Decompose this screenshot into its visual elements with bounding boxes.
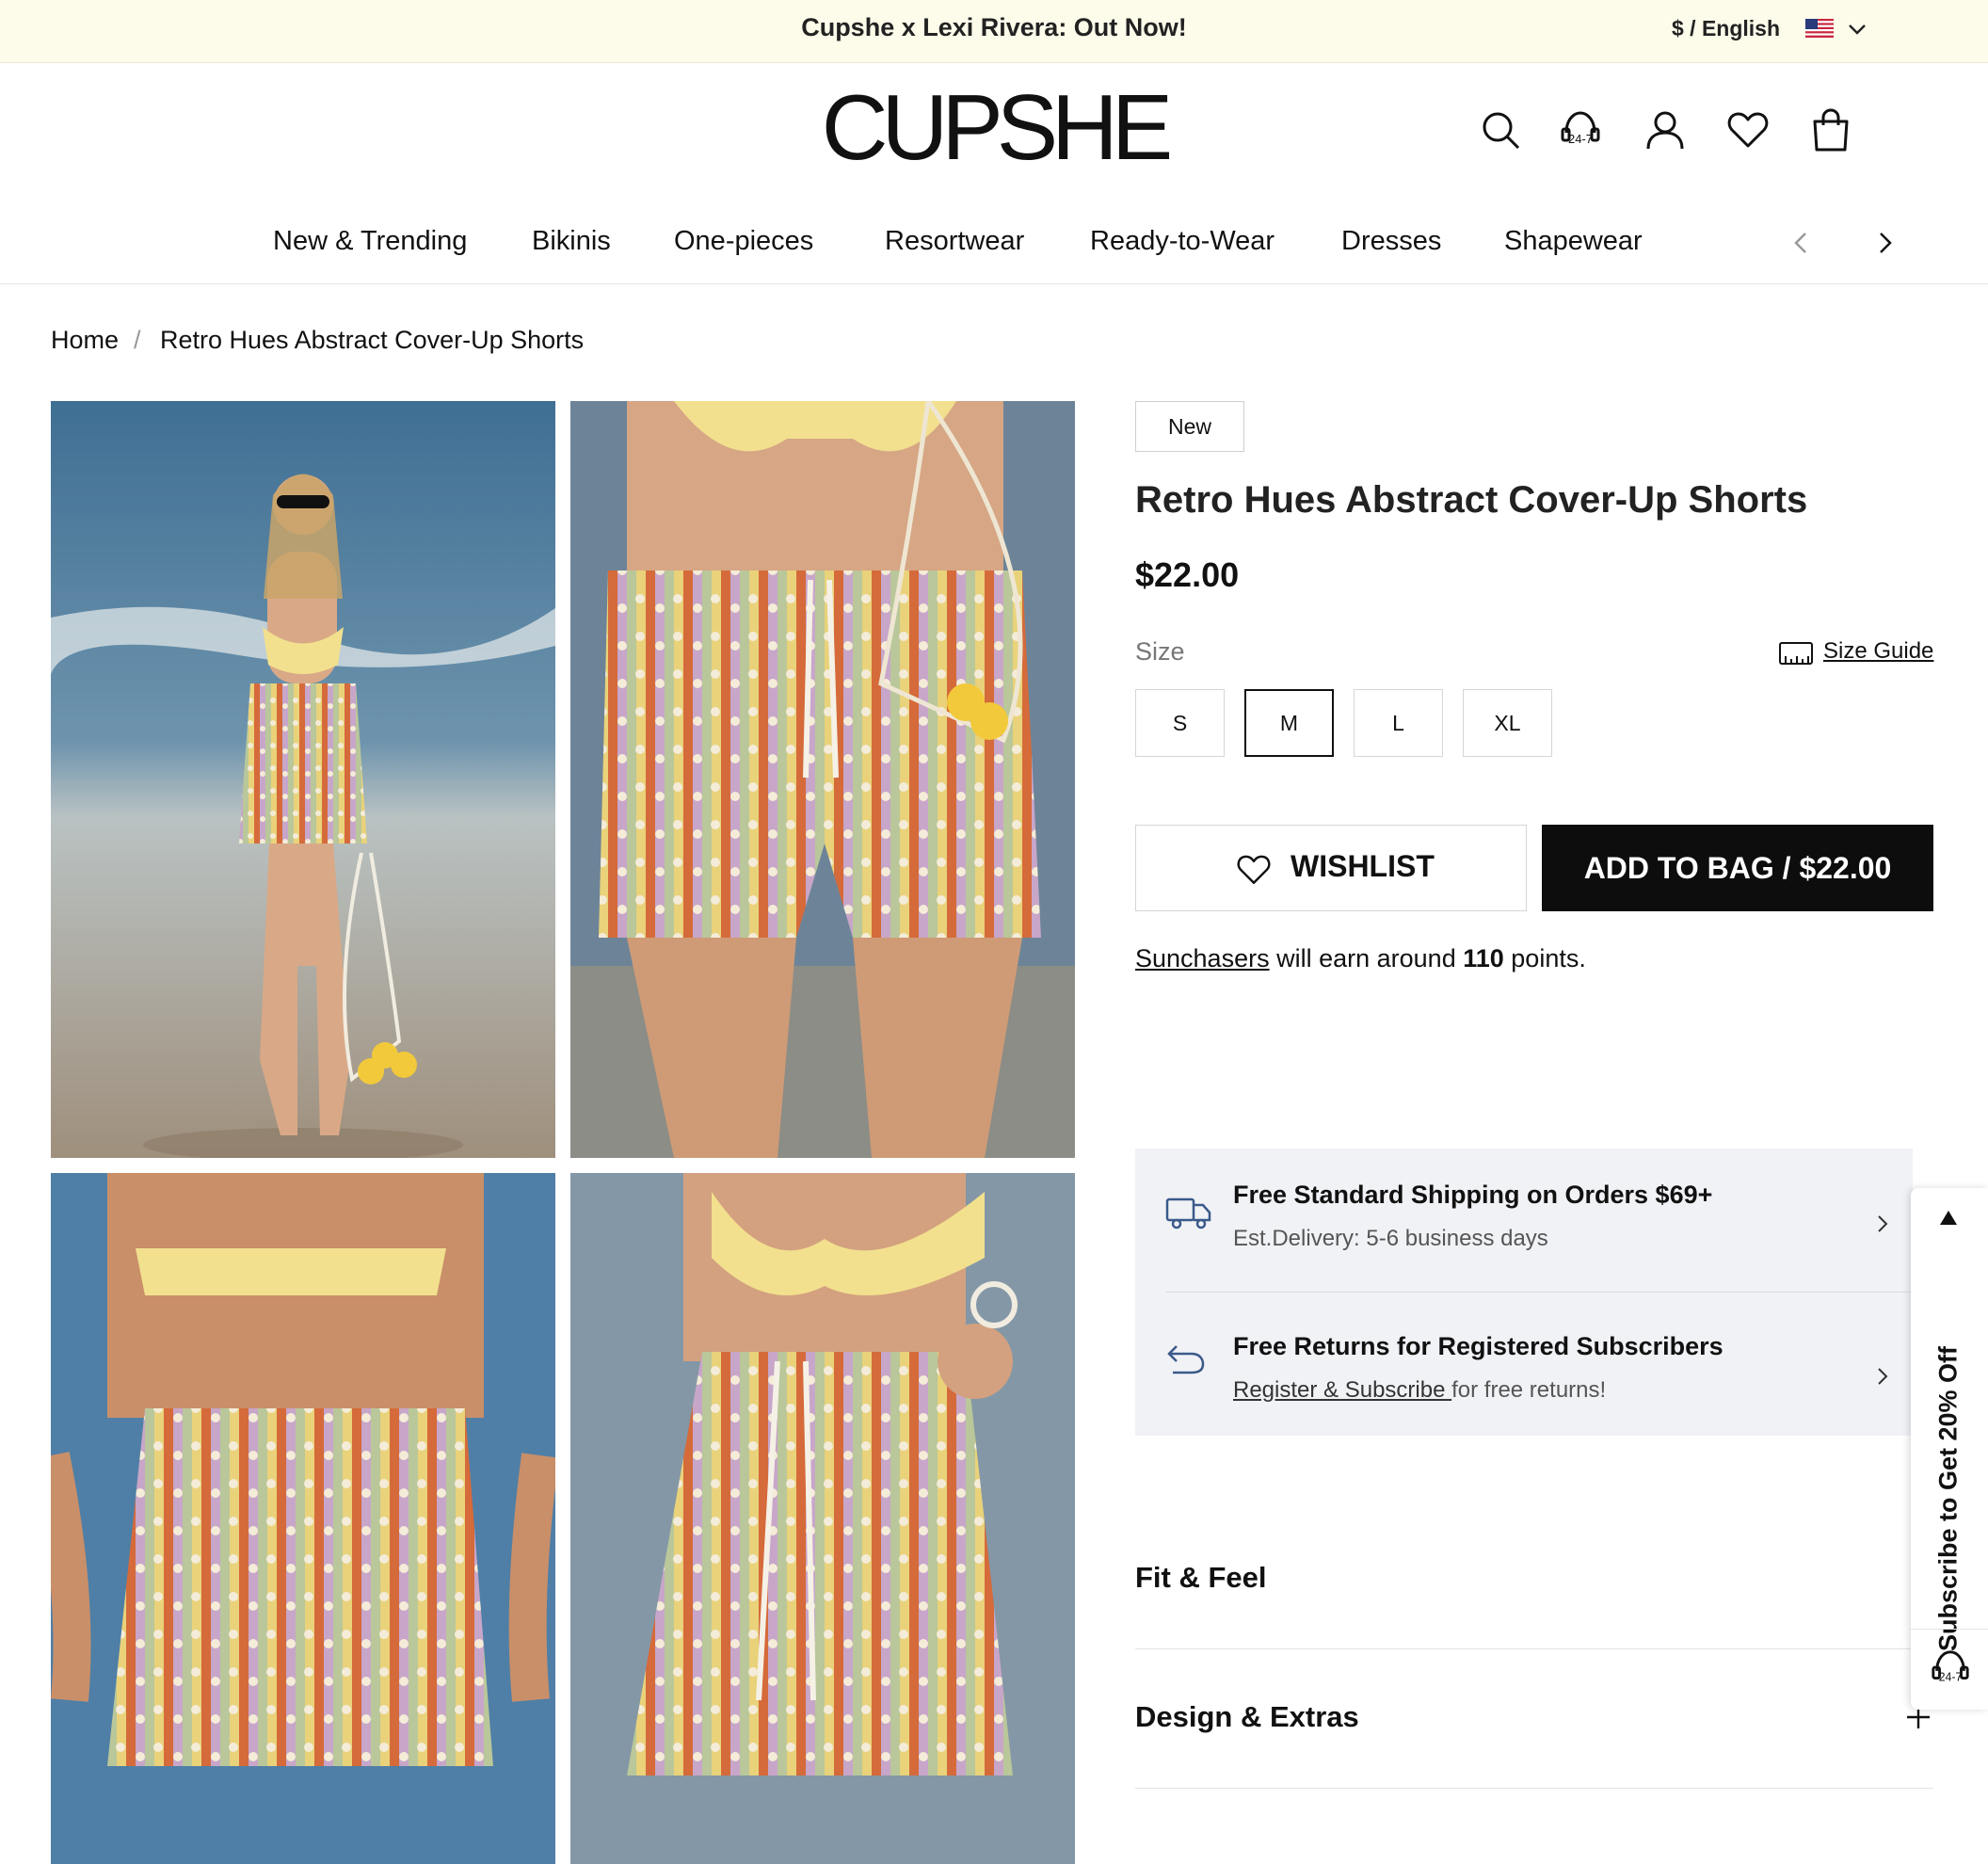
nav-new-trending[interactable]: New & Trending xyxy=(273,226,467,257)
search-icon[interactable] xyxy=(1479,108,1522,152)
truck-icon xyxy=(1165,1197,1211,1229)
side-tab-divider xyxy=(1911,1629,1988,1630)
product-photo-2[interactable] xyxy=(570,401,1075,1158)
shipping-subtitle: Est.Delivery: 5-6 business days xyxy=(1233,1226,1548,1251)
returns-chevron-icon[interactable] xyxy=(1873,1365,1892,1388)
accordion-design-extras[interactable]: Design & Extras xyxy=(1135,1649,1933,1789)
support-24-7-icon[interactable]: 24-7 xyxy=(1559,108,1602,152)
size-guide-label[interactable]: Size Guide xyxy=(1823,638,1933,665)
return-arrow-icon xyxy=(1167,1345,1205,1374)
shopping-bag-icon[interactable] xyxy=(1809,108,1852,152)
sunchasers-link[interactable]: Sunchasers xyxy=(1135,944,1270,972)
product-photo-1[interactable] xyxy=(51,401,555,1158)
svg-text:24-7: 24-7 xyxy=(1568,132,1593,146)
size-option-xl[interactable]: XL xyxy=(1463,689,1552,757)
main-nav: New & Trending Bikinis One-pieces Resort… xyxy=(0,209,1988,284)
points-text-2: points. xyxy=(1503,944,1586,972)
support-24-7-icon[interactable]: 24-7 xyxy=(1930,1647,1971,1689)
nav-prev-arrow-icon[interactable] xyxy=(1787,228,1817,258)
nav-shapewear[interactable]: Shapewear xyxy=(1504,226,1643,257)
product-price: $22.00 xyxy=(1135,555,1240,594)
size-label: Size xyxy=(1135,637,1185,666)
points-text-1: will earn around xyxy=(1269,944,1464,972)
us-flag-icon[interactable] xyxy=(1805,19,1834,38)
product-photo-4[interactable] xyxy=(570,1173,1075,1864)
size-option-l[interactable]: L xyxy=(1354,689,1443,757)
breadcrumb-home[interactable]: Home xyxy=(51,326,119,355)
shipping-title[interactable]: Free Standard Shipping on Orders $69+ xyxy=(1233,1181,1712,1210)
heart-icon xyxy=(1237,855,1271,884)
panel-divider xyxy=(1165,1292,1913,1293)
wishlist-heart-icon[interactable] xyxy=(1726,108,1770,152)
points-amount: 110 xyxy=(1463,944,1504,972)
points-info: Sunchasers will earn around 110 points. xyxy=(1135,944,1586,973)
size-option-m[interactable]: M xyxy=(1244,689,1334,757)
wishlist-label: WISHLIST xyxy=(1291,849,1435,883)
svg-text:24-7: 24-7 xyxy=(1939,1670,1963,1683)
product-photo-3[interactable] xyxy=(51,1173,555,1864)
subscribe-tab-text[interactable]: Subscribe to Get 20% Off xyxy=(1934,1346,1964,1651)
nav-one-pieces[interactable]: One-pieces xyxy=(674,226,813,257)
size-option-s[interactable]: S xyxy=(1135,689,1225,757)
accordion-design-extras-title[interactable]: Design & Extras xyxy=(1135,1700,1359,1734)
promo-bar: Cupshe x Lexi Rivera: Out Now! $ / Engli… xyxy=(0,0,1988,63)
product-title: Retro Hues Abstract Cover-Up Shorts xyxy=(1135,479,1808,521)
nav-ready-to-wear[interactable]: Ready-to-Wear xyxy=(1090,226,1275,257)
returns-title[interactable]: Free Returns for Registered Subscribers xyxy=(1233,1332,1723,1361)
nav-resortwear[interactable]: Resortwear xyxy=(885,226,1024,257)
chevron-down-icon[interactable] xyxy=(1845,17,1869,41)
nav-bikinis[interactable]: Bikinis xyxy=(532,226,611,257)
register-subscribe-link[interactable]: Register & Subscribe xyxy=(1233,1377,1451,1403)
accordion-fit-feel-title[interactable]: Fit & Feel xyxy=(1135,1561,1267,1595)
account-icon[interactable] xyxy=(1643,108,1687,152)
returns-sub-text: for free returns! xyxy=(1451,1377,1607,1403)
size-guide-link[interactable]: Size Guide xyxy=(1779,636,1933,668)
locale-selector[interactable]: $ / English xyxy=(1672,16,1780,41)
ruler-icon xyxy=(1779,642,1813,665)
subscribe-side-tab[interactable]: Subscribe to Get 20% Off 24-7 xyxy=(1911,1188,1988,1710)
nav-dresses[interactable]: Dresses xyxy=(1341,226,1441,257)
nav-next-arrow-icon[interactable] xyxy=(1869,228,1900,258)
add-to-bag-button[interactable]: ADD TO BAG / $22.00 xyxy=(1542,825,1933,911)
breadcrumb-current: Retro Hues Abstract Cover-Up Shorts xyxy=(160,326,585,354)
brand-logo[interactable]: CUPSHE xyxy=(0,78,1988,177)
accordion-fit-feel[interactable]: Fit & Feel xyxy=(1135,1510,1933,1649)
shipping-chevron-icon[interactable] xyxy=(1873,1213,1892,1235)
wishlist-button[interactable]: WISHLIST xyxy=(1135,825,1527,911)
new-badge: New xyxy=(1135,401,1244,452)
returns-subtitle: Register & Subscribe for free returns! xyxy=(1233,1377,1606,1404)
breadcrumb-separator: / xyxy=(134,326,141,354)
shipping-returns-panel: Free Standard Shipping on Orders $69+ Es… xyxy=(1135,1149,1913,1436)
triangle-up-icon[interactable] xyxy=(1937,1207,1960,1229)
